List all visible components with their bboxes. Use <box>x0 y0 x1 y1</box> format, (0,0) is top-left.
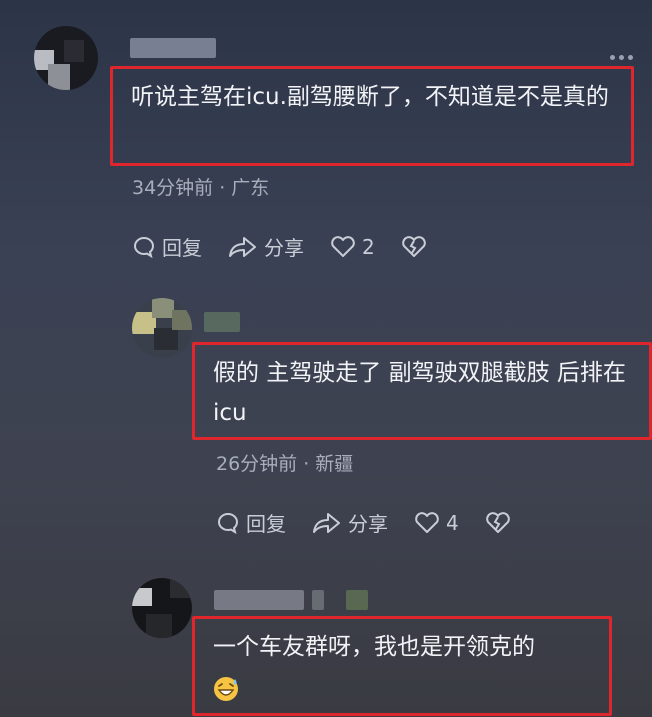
reply-icon <box>218 512 239 534</box>
more-options-icon[interactable] <box>610 52 638 62</box>
share-button[interactable]: 分享 <box>228 232 304 261</box>
heart-icon <box>415 511 439 533</box>
like-count: 4 <box>446 510 459 535</box>
reply-icon <box>134 236 155 258</box>
comment-text-highlight: 一个车友群呀，我也是开领克的 <box>192 616 612 716</box>
like-count: 2 <box>362 234 375 259</box>
broken-heart-icon <box>401 235 426 257</box>
comment-actions: 回复 分享 4 <box>216 508 537 537</box>
share-icon <box>229 236 256 257</box>
comment-actions: 回复 分享 2 <box>132 232 453 261</box>
dislike-button[interactable] <box>485 511 511 535</box>
broken-heart-icon <box>485 511 510 533</box>
username[interactable] <box>204 312 240 332</box>
username[interactable] <box>130 38 216 58</box>
username[interactable] <box>214 590 304 610</box>
comment-text: 一个车友群呀，我也是开领克的 <box>213 634 535 660</box>
comment-text: 听说主驾在icu.副驾腰断了，不知道是不是真的 <box>131 84 609 110</box>
like-button[interactable]: 2 <box>330 235 375 259</box>
comment-meta: 26分钟前 · 新疆 <box>216 453 354 475</box>
comment-text-highlight: 听说主驾在icu.副驾腰断了，不知道是不是真的 <box>110 66 634 166</box>
avatar[interactable] <box>34 26 98 90</box>
comment-meta: 34分钟前 · 广东 <box>132 177 270 199</box>
avatar[interactable] <box>132 578 192 638</box>
share-icon <box>313 512 340 533</box>
reply-button[interactable]: 回复 <box>132 232 202 261</box>
comment-text-highlight: 假的 主驾驶走了 副驾驶双腿截肢 后排在icu <box>192 342 652 440</box>
comment-text: 假的 主驾驶走了 副驾驶双腿截肢 后排在icu <box>213 360 626 426</box>
share-label: 分享 <box>348 512 388 536</box>
heart-icon <box>331 235 355 257</box>
reply-button[interactable]: 回复 <box>216 508 286 537</box>
share-button[interactable]: 分享 <box>312 508 388 537</box>
reply-label: 回复 <box>162 236 202 260</box>
dislike-button[interactable] <box>401 235 427 259</box>
like-button[interactable]: 4 <box>414 511 459 535</box>
grinning-sweat-emoji <box>213 675 239 701</box>
username-badge <box>312 590 324 610</box>
reply-label: 回复 <box>246 512 286 536</box>
username-badge <box>346 590 368 610</box>
share-label: 分享 <box>264 236 304 260</box>
avatar[interactable] <box>132 298 192 358</box>
